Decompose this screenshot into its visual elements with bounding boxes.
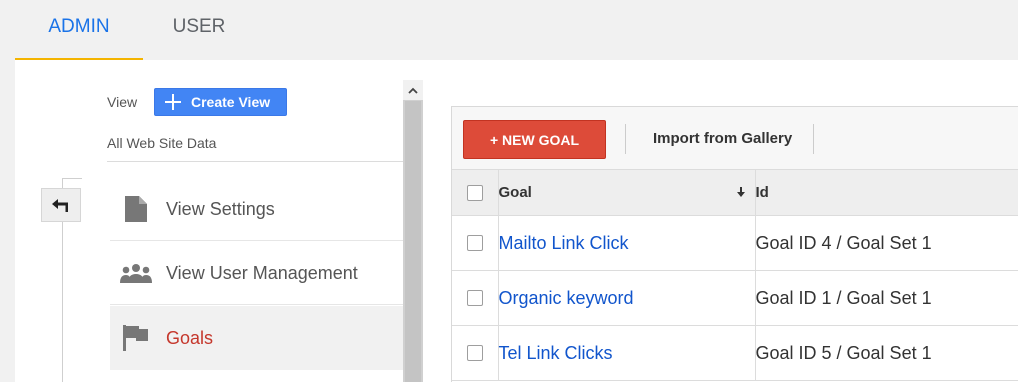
- scroll-up-button[interactable]: [403, 80, 423, 100]
- goal-id-cell: Goal ID 5 / Goal Set 1: [754, 325, 1018, 381]
- goal-id-cell: Goal ID 4 / Goal Set 1: [754, 215, 1018, 271]
- select-all-cell: [452, 169, 499, 216]
- back-button[interactable]: [41, 188, 81, 222]
- goal-name-link[interactable]: Organic keyword: [497, 270, 756, 326]
- goal-id-cell: Goal ID 1 / Goal Set 1: [754, 270, 1018, 326]
- create-view-label: Create View: [191, 94, 271, 110]
- column-header-label: Goal: [498, 184, 532, 201]
- select-all-checkbox[interactable]: [466, 184, 483, 201]
- row-checkbox[interactable]: [466, 345, 483, 361]
- row-checkbox-cell: [452, 325, 499, 381]
- chevron-up-icon: [408, 87, 418, 94]
- goal-name-link[interactable]: Tel Link Clicks: [497, 325, 756, 381]
- goal-name-link[interactable]: Mailto Link Click: [497, 215, 756, 271]
- toolbar-divider: [625, 124, 626, 154]
- view-selector[interactable]: All Web Site Data: [107, 135, 216, 151]
- goals-table: Goal Id Mailto Link Click Goal ID 4 / Go…: [452, 169, 1018, 381]
- row-checkbox[interactable]: [466, 290, 483, 306]
- import-from-gallery-button[interactable]: Import from Gallery: [653, 130, 792, 147]
- scrollbar-thumb[interactable]: [405, 101, 421, 382]
- menu-item-goals[interactable]: Goals: [110, 306, 403, 370]
- document-icon: [111, 196, 161, 222]
- row-checkbox-cell: [452, 215, 499, 271]
- tree-stub: [62, 178, 82, 179]
- plus-icon: [162, 94, 184, 110]
- users-icon: [111, 263, 161, 283]
- table-header-row: Goal Id: [452, 169, 1018, 216]
- toolbar-divider: [813, 124, 814, 154]
- column-header-label: Id: [755, 184, 769, 201]
- new-goal-button[interactable]: + NEW GOAL: [463, 120, 606, 159]
- column-header-id[interactable]: Id: [754, 169, 1018, 216]
- menu-item-view-settings[interactable]: View Settings: [110, 178, 403, 241]
- table-row: Organic keyword Goal ID 1 / Goal Set 1: [452, 270, 1018, 326]
- table-row: Tel Link Clicks Goal ID 5 / Goal Set 1: [452, 325, 1018, 381]
- sort-arrow-icon: [736, 187, 745, 197]
- view-label: View: [107, 94, 138, 110]
- back-arrow-icon: [52, 199, 68, 212]
- menu-item-label: View Settings: [166, 198, 275, 219]
- divider: [107, 161, 403, 162]
- create-view-button[interactable]: Create View: [154, 88, 287, 116]
- tab-admin[interactable]: ADMIN: [15, 0, 143, 60]
- menu-item-label: View User Management: [166, 262, 358, 283]
- table-row: Mailto Link Click Goal ID 4 / Goal Set 1: [452, 215, 1018, 271]
- row-checkbox[interactable]: [466, 235, 483, 251]
- menu-item-label: Goals: [166, 327, 214, 348]
- column-header-goal[interactable]: Goal: [497, 169, 756, 216]
- flag-icon: [111, 325, 161, 351]
- top-tab-bar: ADMIN USER: [0, 0, 1018, 60]
- tab-user[interactable]: USER: [143, 0, 255, 58]
- row-checkbox-cell: [452, 270, 499, 326]
- menu-item-view-user-management[interactable]: View User Management: [110, 242, 403, 305]
